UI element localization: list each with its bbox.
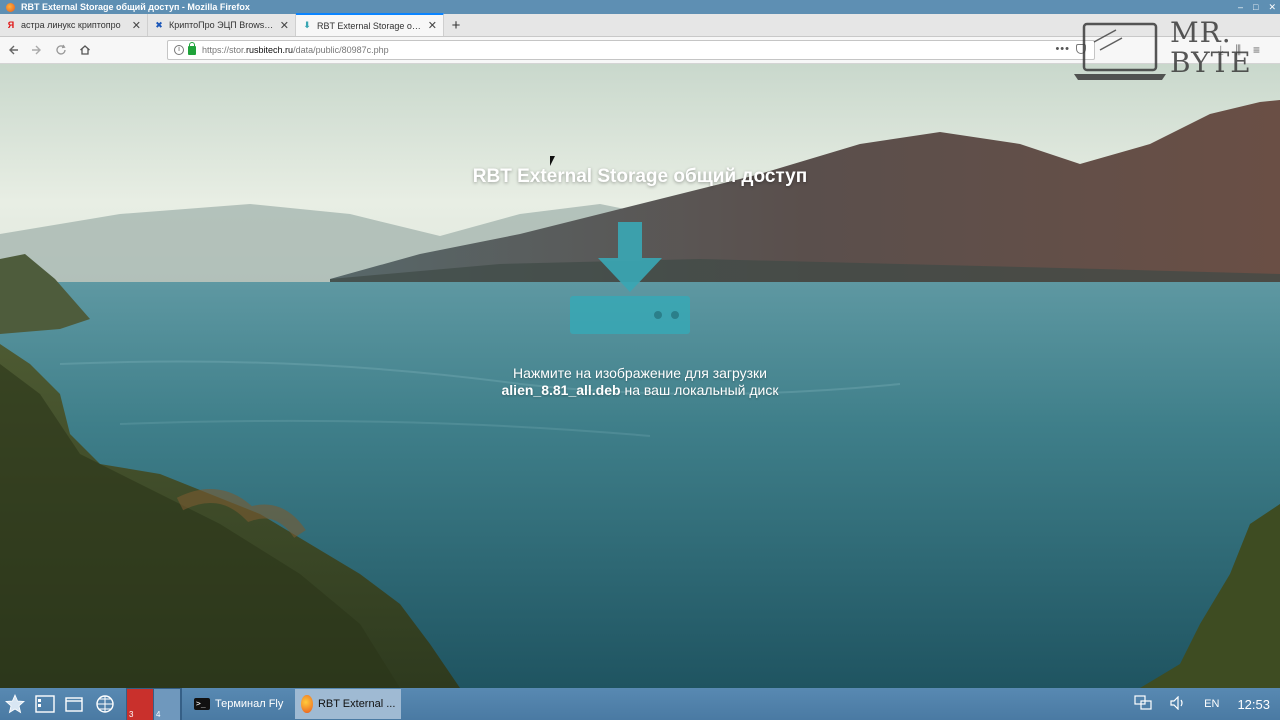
close-tab-icon[interactable]: ✕ xyxy=(428,19,437,32)
home-button[interactable] xyxy=(74,39,96,61)
workspace-number: 4 xyxy=(156,710,161,719)
back-button[interactable] xyxy=(2,39,24,61)
forward-button[interactable] xyxy=(26,39,48,61)
window-controls: – □ ✕ xyxy=(1238,0,1276,14)
watermark-logo: MR. BYTE xyxy=(1072,18,1262,84)
forward-arrow-icon xyxy=(32,45,41,55)
workspace-3[interactable]: 3 xyxy=(127,689,154,720)
home-icon xyxy=(80,45,90,55)
download-filename[interactable]: alien_8.81_all.deb xyxy=(502,382,621,398)
reload-icon xyxy=(56,44,66,55)
url-path: /data/public/80987c.php xyxy=(293,45,389,55)
desktop-icon xyxy=(35,695,55,713)
start-menu-button[interactable] xyxy=(0,688,30,720)
cryptopro-icon: ✖ xyxy=(155,19,163,30)
workspace-4[interactable]: 4 xyxy=(154,689,181,720)
window-title: RBT External Storage общий доступ - Mozi… xyxy=(21,2,250,12)
lock-icon[interactable] xyxy=(188,41,196,55)
url-domain: rusbitech.ru xyxy=(246,45,294,55)
task-terminal[interactable]: >_ Терминал Fly xyxy=(188,689,289,719)
system-tray: EN 12:53 xyxy=(1134,688,1280,720)
tab-label: астра линукс криптопро xyxy=(21,20,121,30)
tab-label: КриптоПро ЭЦП Browser plug-in xyxy=(169,20,276,30)
taskbar: 3 4 >_ Терминал Fly RBT External ... EN … xyxy=(0,688,1280,720)
page-content: RBT External Storage общий доступ Нажмит… xyxy=(0,64,1280,688)
workspace-pager: 3 4 xyxy=(126,688,182,720)
tab-rbt-storage[interactable]: ⬇ RBT External Storage общий доступ ✕ xyxy=(296,13,444,36)
download-icon: ⬇ xyxy=(303,20,311,30)
window-titlebar: RBT External Storage общий доступ - Mozi… xyxy=(0,0,1280,14)
download-icon[interactable] xyxy=(568,220,692,336)
task-label: Терминал Fly xyxy=(215,698,284,710)
yandex-icon: Я xyxy=(7,20,15,30)
globe-icon xyxy=(96,695,114,713)
clock[interactable]: 12:53 xyxy=(1237,697,1270,712)
windows-icon xyxy=(65,697,83,712)
download-instructions: Нажмите на изображение для загрузки alie… xyxy=(490,365,790,399)
firefox-icon xyxy=(301,695,313,713)
maximize-button[interactable]: □ xyxy=(1253,0,1258,14)
back-arrow-icon xyxy=(9,45,18,55)
watermark-text: MR. BYTE xyxy=(1170,18,1252,78)
new-tab-button[interactable]: + xyxy=(444,14,468,36)
firefox-icon xyxy=(6,2,15,12)
reload-button[interactable] xyxy=(50,39,72,61)
close-tab-icon[interactable]: ✕ xyxy=(132,19,141,32)
close-tab-icon[interactable]: ✕ xyxy=(280,19,289,32)
keyboard-layout[interactable]: EN xyxy=(1204,698,1219,710)
speaker-icon xyxy=(1170,695,1183,710)
url-bar[interactable]: i https://stor. rusbitech.ru/data/public/… xyxy=(167,40,1095,60)
desc-text-after: на ваш локальный диск xyxy=(620,382,779,398)
window-manager-button[interactable] xyxy=(60,688,90,720)
close-button[interactable]: ✕ xyxy=(1268,0,1276,14)
info-icon[interactable]: i xyxy=(174,45,184,55)
page-actions-menu[interactable]: ••• xyxy=(1055,43,1070,55)
watermark-line2: BYTE xyxy=(1170,46,1252,79)
desc-text-before: Нажмите на изображение для загрузки xyxy=(513,365,767,381)
star-icon xyxy=(5,694,25,714)
browser-launcher[interactable] xyxy=(90,688,120,720)
task-firefox[interactable]: RBT External ... xyxy=(295,689,402,719)
laptop-icon xyxy=(1074,22,1166,80)
terminal-icon: >_ xyxy=(194,698,210,710)
page-title: RBT External Storage общий доступ xyxy=(472,166,808,187)
minimize-button[interactable]: – xyxy=(1238,0,1243,14)
watermark-line1: MR. xyxy=(1170,16,1232,49)
task-label: RBT External ... xyxy=(317,698,396,710)
tab-cryptopro[interactable]: ✖ КриптоПро ЭЦП Browser plug-in ✕ xyxy=(148,14,296,36)
network-icon-svg xyxy=(1134,694,1152,710)
network-icon[interactable] xyxy=(1134,694,1152,714)
volume-icon[interactable] xyxy=(1170,695,1186,713)
url-prefix: https://stor. xyxy=(202,45,247,55)
workspace-number: 3 xyxy=(129,710,134,719)
show-desktop-button[interactable] xyxy=(30,688,60,720)
tab-label: RBT External Storage общий доступ xyxy=(317,20,424,31)
tab-astra-linux[interactable]: Я астра линукс криптопро ✕ xyxy=(0,14,148,36)
